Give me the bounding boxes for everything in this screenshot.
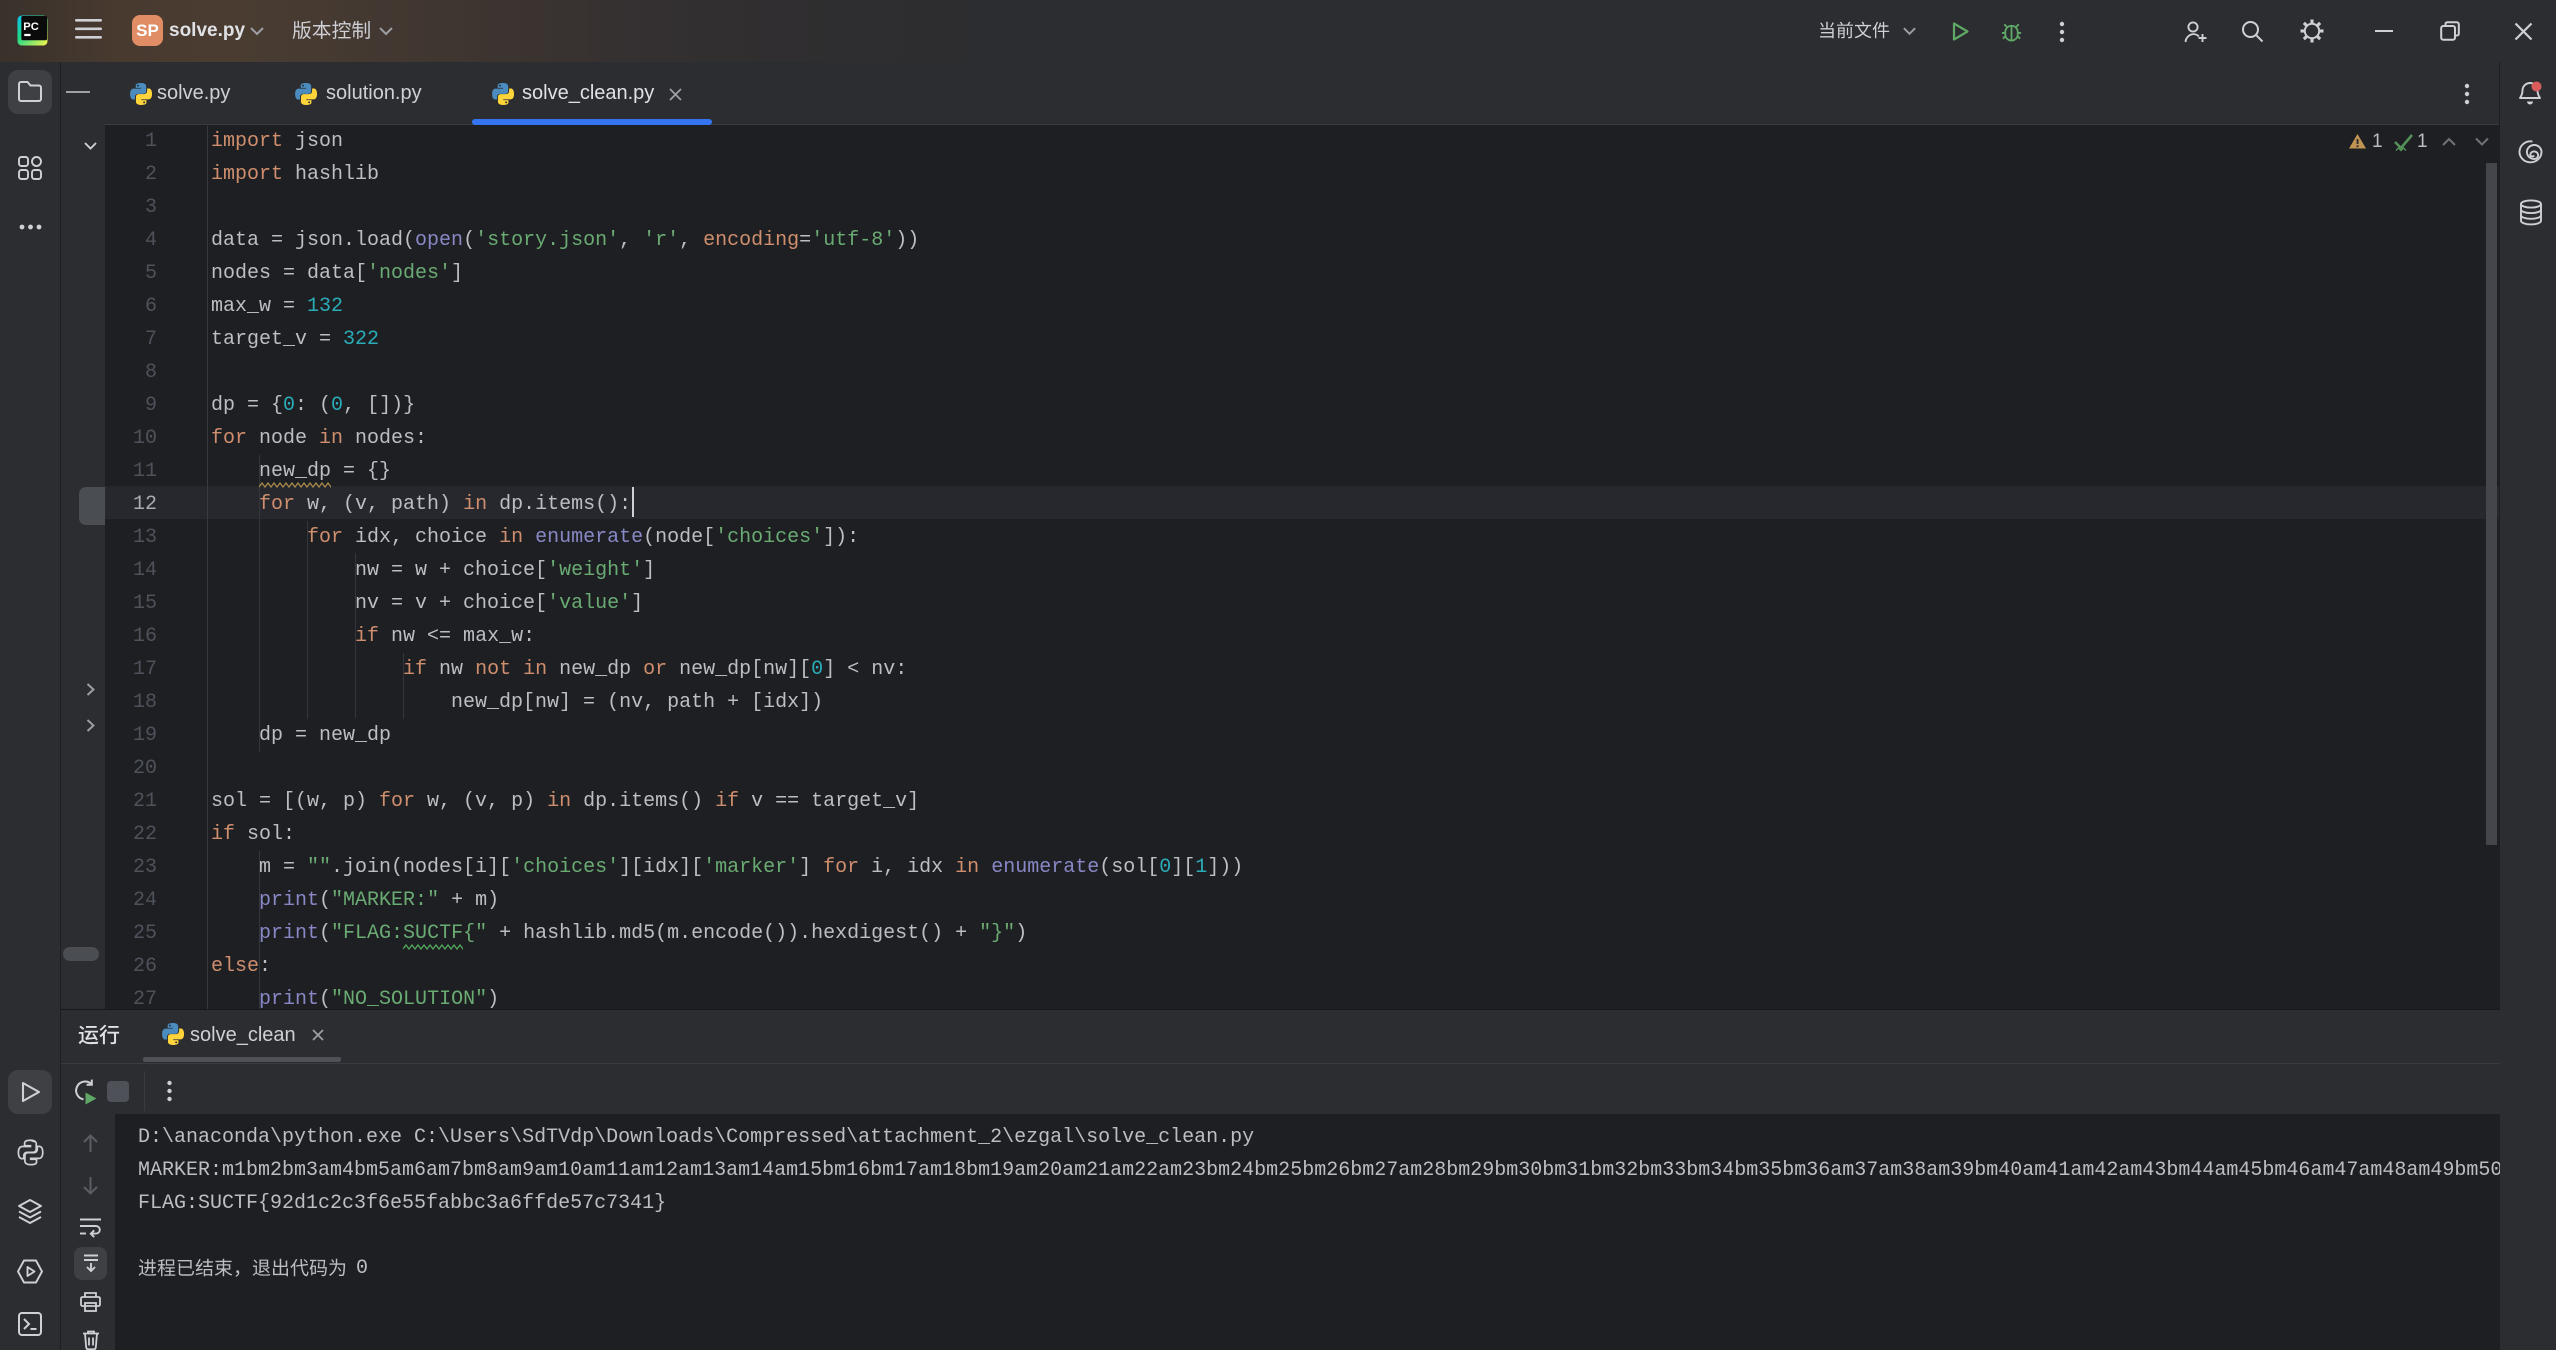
svg-text:PC: PC xyxy=(23,21,38,33)
